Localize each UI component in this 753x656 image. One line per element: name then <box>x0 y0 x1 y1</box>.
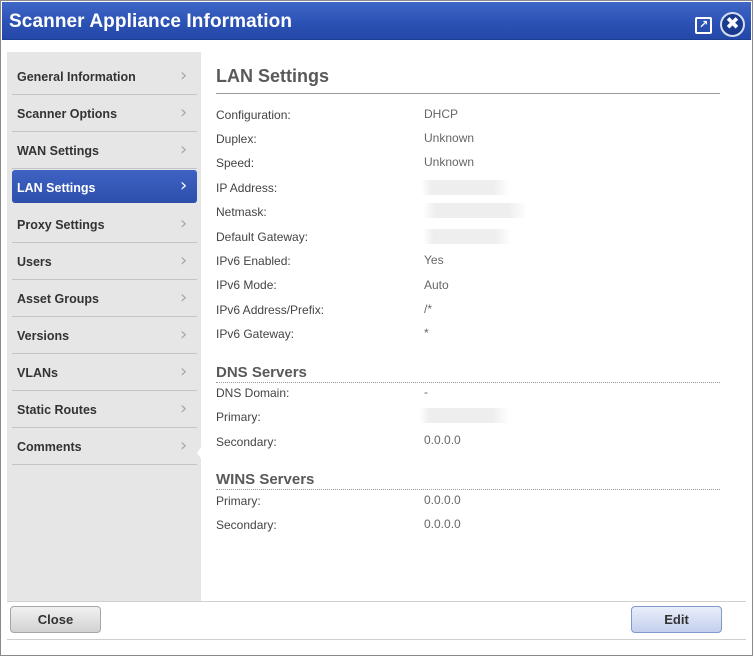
chevron-right-icon: › <box>180 435 188 456</box>
sidebar-item-static-routes[interactable]: Static Routes › <box>12 391 197 428</box>
dns-servers-heading: DNS Servers <box>216 364 307 381</box>
speed-label: Speed: <box>216 156 255 170</box>
chevron-right-icon: › <box>180 287 188 308</box>
sidebar-item-vlans[interactable]: VLANs › <box>12 354 197 391</box>
dns-secondary-label: Secondary: <box>216 435 277 449</box>
chevron-right-icon: › <box>180 175 188 196</box>
chevron-right-icon: › <box>180 324 188 345</box>
duplex-value: Unknown <box>424 131 475 145</box>
sidebar-item-label: Users <box>17 255 52 269</box>
default-gateway-label: Default Gateway: <box>216 230 309 244</box>
ipv6-gateway-label: IPv6 Gateway: <box>216 327 295 341</box>
sidebar-item-wan-settings[interactable]: WAN Settings › <box>12 132 197 169</box>
dns-domain-value: - <box>424 385 428 399</box>
sidebar-item-scanner-options[interactable]: Scanner Options › <box>12 95 197 132</box>
wins-servers-heading: WINS Servers <box>216 471 315 488</box>
dns-secondary-value: 0.0.0.0 <box>424 433 461 447</box>
sidebar-item-proxy-settings[interactable]: Proxy Settings › <box>12 206 197 243</box>
sidebar-item-label: Proxy Settings <box>17 218 105 232</box>
ipv6-enabled-label: IPv6 Enabled: <box>216 254 291 268</box>
sidebar-item-label: Versions <box>17 329 70 343</box>
wins-primary-label: Primary: <box>216 494 261 508</box>
ipv6-mode-value: Auto <box>424 278 449 292</box>
main-panel: LAN Settings Configuration: DHCP Duplex:… <box>201 52 746 601</box>
sidebar-item-label: Scanner Options <box>17 107 118 121</box>
ip-address-label: IP Address: <box>216 181 278 195</box>
chevron-right-icon: › <box>180 361 188 382</box>
ipv6-enabled-value: Yes <box>424 253 444 267</box>
footer-divider <box>7 601 746 602</box>
sidebar-item-label: Static Routes <box>17 403 97 417</box>
dialog-title: Scanner Appliance Information <box>9 11 293 32</box>
chevron-right-icon: › <box>180 398 188 419</box>
sidebar-item-label: VLANs <box>17 366 58 380</box>
configuration-value: DHCP <box>424 107 459 121</box>
chevron-right-icon: › <box>180 102 188 123</box>
wins-secondary-label: Secondary: <box>216 518 277 532</box>
close-button[interactable]: Close <box>10 606 101 633</box>
close-x-button[interactable]: ✖ <box>720 12 745 37</box>
popout-button[interactable]: ↗ <box>695 17 712 34</box>
sidebar-nav: General Information › Scanner Options › … <box>7 52 201 601</box>
netmask-label: Netmask: <box>216 205 267 219</box>
dns-domain-label: DNS Domain: <box>216 386 290 400</box>
scanner-appliance-dialog: Scanner Appliance Information ↗ ✖ Genera… <box>0 0 753 656</box>
title-divider <box>216 93 720 94</box>
chevron-right-icon: › <box>180 139 188 160</box>
sidebar-item-label: LAN Settings <box>17 181 96 195</box>
edit-button[interactable]: Edit <box>631 606 722 633</box>
ip-address-value-redacted <box>421 180 509 195</box>
ipv6-address-prefix-value: /* <box>424 302 433 316</box>
wins-secondary-value: 0.0.0.0 <box>424 517 461 531</box>
page-title: LAN Settings <box>216 66 330 86</box>
wins-divider <box>216 489 720 490</box>
sidebar-item-label: General Information <box>17 70 136 84</box>
chevron-right-icon: › <box>180 250 188 271</box>
ipv6-gateway-value: * <box>424 326 429 340</box>
sidebar-item-general-information[interactable]: General Information › <box>12 58 197 95</box>
sidebar-item-lan-settings[interactable]: LAN Settings › <box>12 170 197 203</box>
dns-divider <box>216 382 720 383</box>
sidebar-item-asset-groups[interactable]: Asset Groups › <box>12 280 197 317</box>
ipv6-mode-label: IPv6 Mode: <box>216 278 277 292</box>
netmask-value-redacted <box>423 203 527 218</box>
duplex-label: Duplex: <box>216 132 257 146</box>
sidebar-item-label: Comments <box>17 440 82 454</box>
default-gateway-value-redacted <box>423 229 511 244</box>
chevron-right-icon: › <box>180 65 188 86</box>
sidebar-item-comments[interactable]: Comments › <box>12 428 197 465</box>
sidebar-item-label: Asset Groups <box>17 292 99 306</box>
ipv6-address-prefix-label: IPv6 Address/Prefix: <box>216 303 325 317</box>
popout-icon: ↗ <box>699 19 709 31</box>
title-bar: Scanner Appliance Information ↗ ✖ <box>2 2 751 40</box>
sidebar-item-label: WAN Settings <box>17 144 99 158</box>
sidebar-item-versions[interactable]: Versions › <box>12 317 197 354</box>
speed-value: Unknown <box>424 155 475 169</box>
dns-primary-label: Primary: <box>216 410 261 424</box>
wins-primary-value: 0.0.0.0 <box>424 493 461 507</box>
sidebar-item-users[interactable]: Users › <box>12 243 197 280</box>
dns-primary-value-redacted <box>419 408 509 423</box>
chevron-right-icon: › <box>180 213 188 234</box>
close-icon: ✖ <box>725 14 740 33</box>
configuration-label: Configuration: <box>216 108 291 122</box>
footer-bottom-divider <box>7 639 746 640</box>
